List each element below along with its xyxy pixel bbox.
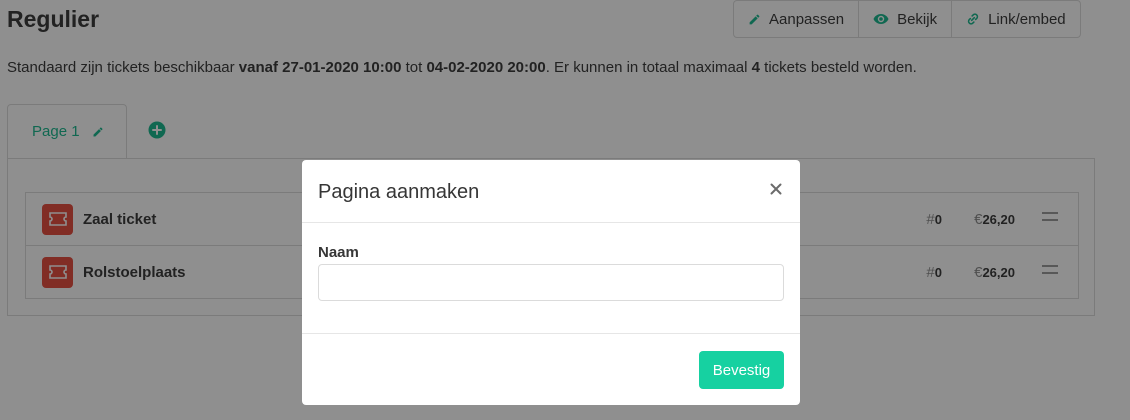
modal-body: Naam: [302, 223, 800, 334]
modal-footer: Bevestig: [302, 334, 800, 405]
name-input[interactable]: [318, 264, 784, 301]
modal-header: Pagina aanmaken: [302, 160, 800, 223]
name-field-label: Naam: [318, 244, 359, 261]
modal-title: Pagina aanmaken: [318, 181, 480, 203]
create-page-modal: Pagina aanmaken Naam Bevestig: [302, 160, 800, 405]
close-icon[interactable]: [769, 182, 783, 196]
confirm-button[interactable]: Bevestig: [699, 351, 784, 389]
